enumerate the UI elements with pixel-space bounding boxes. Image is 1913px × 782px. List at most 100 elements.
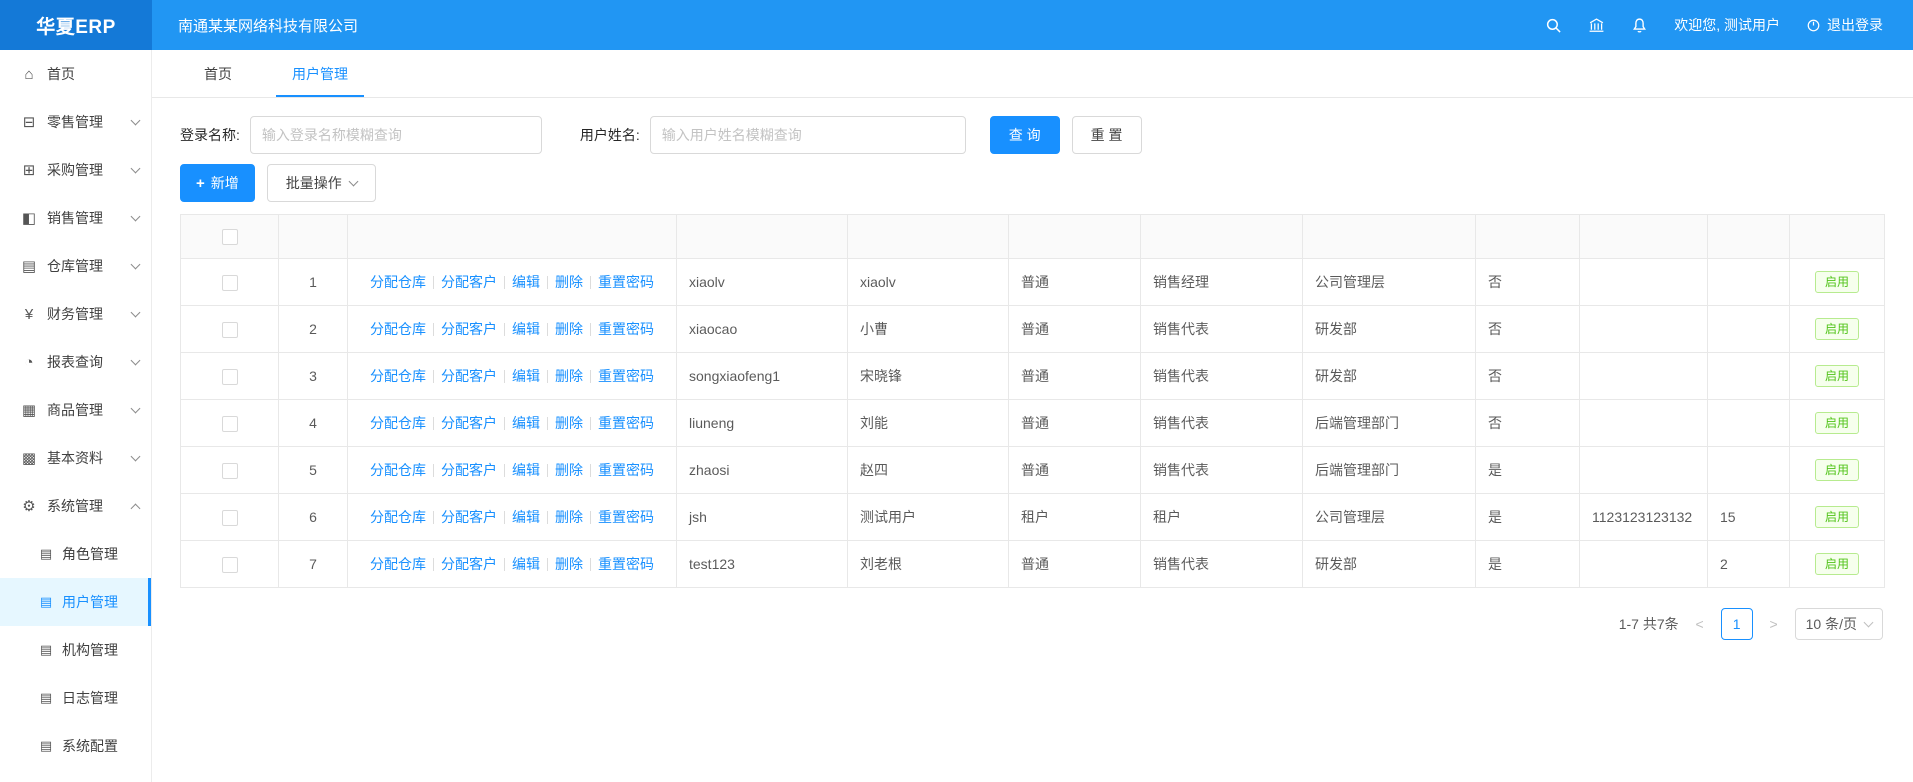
cell-status: 启用 <box>1790 541 1885 588</box>
sidebar-subitem[interactable]: ▤ 系统配置 <box>0 722 151 770</box>
cell-role: 销售代表 <box>1141 541 1303 588</box>
bell-icon[interactable] <box>1631 17 1648 34</box>
assign-customer-link[interactable]: 分配客户 <box>441 509 497 525</box>
next-page-button[interactable]: > <box>1765 616 1783 632</box>
cell-is-manager: 是 <box>1476 494 1580 541</box>
assign-customer-link[interactable]: 分配客户 <box>441 274 497 290</box>
chevron-down-icon <box>131 260 141 270</box>
status-badge[interactable]: 启用 <box>1815 459 1859 481</box>
column-header <box>1009 215 1141 259</box>
select-all-checkbox[interactable] <box>222 229 238 245</box>
cell-phone: 1123123123132 <box>1580 494 1708 541</box>
status-badge[interactable]: 启用 <box>1815 553 1859 575</box>
reset-password-link[interactable]: 重置密码 <box>598 509 654 525</box>
search-button[interactable]: 查 询 <box>990 116 1060 154</box>
edit-link[interactable]: 编辑 <box>512 415 540 431</box>
search-icon[interactable] <box>1545 17 1562 34</box>
row-checkbox[interactable] <box>222 322 238 338</box>
delete-link[interactable]: 删除 <box>555 462 583 478</box>
status-badge[interactable]: 启用 <box>1815 506 1859 528</box>
reset-password-link[interactable]: 重置密码 <box>598 556 654 572</box>
assign-warehouse-link[interactable]: 分配仓库 <box>370 368 426 384</box>
sidebar-item-report[interactable]: ◔ 报表查询 <box>0 338 151 386</box>
delete-link[interactable]: 删除 <box>555 509 583 525</box>
sidebar-item-purchase[interactable]: ⊞ 采购管理 <box>0 146 151 194</box>
assign-customer-link[interactable]: 分配客户 <box>441 368 497 384</box>
assign-warehouse-link[interactable]: 分配仓库 <box>370 415 426 431</box>
cell-phone <box>1580 541 1708 588</box>
page-size-select[interactable]: 10 条/页 <box>1795 608 1883 640</box>
sidebar-item-retail[interactable]: ⊟ 零售管理 <box>0 98 151 146</box>
sidebar-item-goods[interactable]: ▦ 商品管理 <box>0 386 151 434</box>
assign-warehouse-link[interactable]: 分配仓库 <box>370 274 426 290</box>
sidebar-item-system[interactable]: ⚙ 系统管理 <box>0 482 151 530</box>
tab[interactable]: 用户管理 <box>276 50 364 97</box>
edit-link[interactable]: 编辑 <box>512 368 540 384</box>
status-badge[interactable]: 启用 <box>1815 412 1859 434</box>
delete-link[interactable]: 删除 <box>555 556 583 572</box>
reset-password-link[interactable]: 重置密码 <box>598 415 654 431</box>
cell-is-manager: 是 <box>1476 541 1580 588</box>
delete-link[interactable]: 删除 <box>555 368 583 384</box>
tab-label: 首页 <box>204 64 232 84</box>
sidebar-menu: ⌂ 首页 ⊟ 零售管理 ⊞ 采购管理 ◧ 销售管理 ▤ 仓库管理 ¥ 财务管理 … <box>0 50 151 770</box>
user-name-input[interactable] <box>650 116 966 154</box>
sidebar-subitem[interactable]: ▤ 日志管理 <box>0 674 151 722</box>
row-checkbox[interactable] <box>222 275 238 291</box>
divider <box>590 323 591 336</box>
prev-page-button[interactable]: < <box>1691 616 1709 632</box>
sidebar-item-warehouse[interactable]: ▤ 仓库管理 <box>0 242 151 290</box>
chevron-down-icon <box>348 177 358 187</box>
edit-link[interactable]: 编辑 <box>512 321 540 337</box>
edit-link[interactable]: 编辑 <box>512 462 540 478</box>
delete-link[interactable]: 删除 <box>555 321 583 337</box>
tab[interactable]: 首页 <box>188 50 248 97</box>
delete-link[interactable]: 删除 <box>555 415 583 431</box>
status-badge[interactable]: 启用 <box>1815 318 1859 340</box>
page-size-value: 10 条/页 <box>1806 614 1857 634</box>
delete-link[interactable]: 删除 <box>555 274 583 290</box>
row-checkbox[interactable] <box>222 510 238 526</box>
status-badge[interactable]: 启用 <box>1815 271 1859 293</box>
reset-button[interactable]: 重 置 <box>1072 116 1142 154</box>
sidebar-subitem[interactable]: ▤ 用户管理 <box>0 578 151 626</box>
add-button[interactable]: + 新增 <box>180 164 255 202</box>
logout-button[interactable]: 退出登录 <box>1806 15 1883 35</box>
sidebar-item-home[interactable]: ⌂ 首页 <box>0 50 151 98</box>
row-checkbox[interactable] <box>222 369 238 385</box>
sidebar-item-label: 财务管理 <box>47 304 103 324</box>
sidebar-item-sale[interactable]: ◧ 销售管理 <box>0 194 151 242</box>
organization-icon[interactable] <box>1588 17 1605 34</box>
cell-operations: 分配仓库分配客户编辑删除重置密码 <box>348 353 677 400</box>
row-checkbox[interactable] <box>222 416 238 432</box>
reset-password-link[interactable]: 重置密码 <box>598 462 654 478</box>
edit-link[interactable]: 编辑 <box>512 509 540 525</box>
batch-actions-button[interactable]: 批量操作 <box>267 164 376 202</box>
assign-customer-link[interactable]: 分配客户 <box>441 556 497 572</box>
reset-password-link[interactable]: 重置密码 <box>598 321 654 337</box>
sidebar-subitem[interactable]: ▤ 机构管理 <box>0 626 151 674</box>
sidebar-item-finance[interactable]: ¥ 财务管理 <box>0 290 151 338</box>
divider <box>433 276 434 289</box>
sidebar-subitem[interactable]: ▤ 角色管理 <box>0 530 151 578</box>
reset-password-link[interactable]: 重置密码 <box>598 368 654 384</box>
cell-user-name: 小曹 <box>848 306 1009 353</box>
row-checkbox[interactable] <box>222 557 238 573</box>
assign-warehouse-link[interactable]: 分配仓库 <box>370 556 426 572</box>
sidebar-item-label: 系统管理 <box>47 496 103 516</box>
status-badge[interactable]: 启用 <box>1815 365 1859 387</box>
sidebar-item-basic[interactable]: ▩ 基本资料 <box>0 434 151 482</box>
row-checkbox[interactable] <box>222 463 238 479</box>
reset-password-link[interactable]: 重置密码 <box>598 274 654 290</box>
assign-customer-link[interactable]: 分配客户 <box>441 415 497 431</box>
assign-warehouse-link[interactable]: 分配仓库 <box>370 509 426 525</box>
edit-link[interactable]: 编辑 <box>512 556 540 572</box>
assign-warehouse-link[interactable]: 分配仓库 <box>370 321 426 337</box>
current-page-button[interactable]: 1 <box>1721 608 1753 640</box>
assign-warehouse-link[interactable]: 分配仓库 <box>370 462 426 478</box>
table-row: 5 分配仓库分配客户编辑删除重置密码 zhaosi 赵四 普通 销售代表 后端管… <box>181 447 1885 494</box>
assign-customer-link[interactable]: 分配客户 <box>441 321 497 337</box>
edit-link[interactable]: 编辑 <box>512 274 540 290</box>
assign-customer-link[interactable]: 分配客户 <box>441 462 497 478</box>
login-name-input[interactable] <box>250 116 542 154</box>
